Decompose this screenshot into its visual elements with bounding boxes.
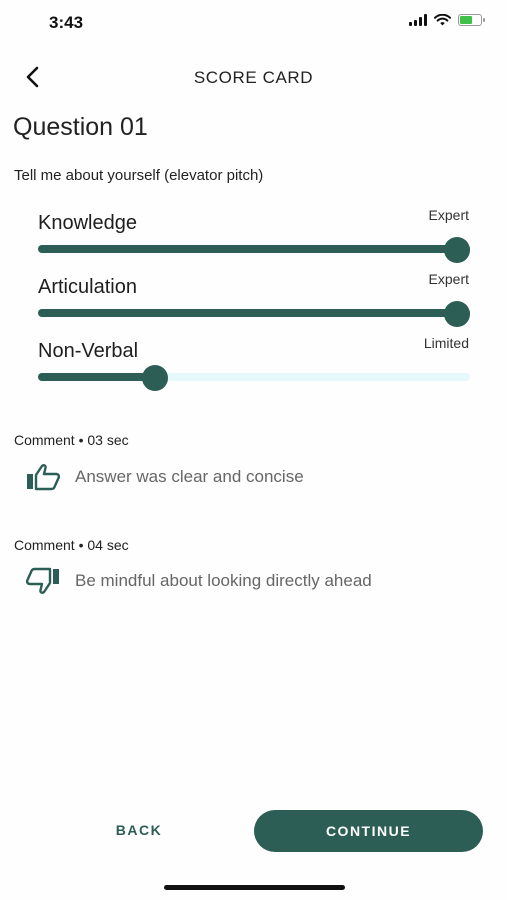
metric-knowledge: Knowledge Expert: [38, 207, 470, 274]
metric-non-verbal: Non-Verbal Limited: [38, 335, 470, 402]
metric-name: Non-Verbal: [38, 340, 139, 362]
header: SCORE CARD: [0, 56, 507, 100]
slider-fill: [38, 309, 470, 317]
thumbs-up-icon: [25, 462, 63, 492]
question-text: Tell me about yourself (elevator pitch): [14, 167, 264, 184]
score-slider[interactable]: [38, 301, 470, 327]
comment-label: Comment: [14, 537, 75, 553]
back-button[interactable]: BACK: [100, 812, 178, 848]
comment-meta: Comment • 03 sec: [14, 432, 129, 448]
home-indicator: [164, 885, 345, 890]
wifi-icon: [434, 14, 451, 26]
comment-time: 04 sec: [87, 537, 129, 553]
slider-fill: [38, 373, 155, 381]
status-bar: 3:43: [0, 0, 507, 44]
metric-level: Expert: [428, 271, 469, 287]
metric-articulation: Articulation Expert: [38, 271, 470, 338]
comment-time: 03 sec: [87, 432, 129, 448]
comment-row: Answer was clear and concise: [25, 462, 304, 492]
metric-level: Expert: [428, 207, 469, 223]
thumbs-down-icon: [25, 566, 63, 596]
status-icons: [409, 14, 485, 26]
slider-thumb[interactable]: [141, 365, 168, 391]
metric-level: Limited: [423, 335, 469, 351]
comment-label: Comment: [14, 432, 75, 448]
status-time: 3:43: [49, 13, 84, 32]
metric-name: Knowledge: [38, 212, 137, 234]
comment-row: Be mindful about looking directly ahead: [25, 566, 372, 596]
slider-thumb[interactable]: [444, 301, 470, 327]
metric-name: Articulation: [38, 276, 137, 298]
comment-meta: Comment • 04 sec: [14, 537, 129, 553]
score-slider[interactable]: [38, 365, 470, 391]
battery-icon: [458, 14, 485, 26]
score-slider[interactable]: [38, 237, 470, 263]
continue-button[interactable]: CONTINUE: [254, 810, 483, 852]
signal-icon: [409, 14, 427, 26]
slider-fill: [38, 245, 470, 253]
comment-text: Answer was clear and concise: [75, 467, 304, 486]
comment-text: Be mindful about looking directly ahead: [75, 571, 372, 590]
slider-thumb[interactable]: [444, 237, 470, 263]
question-title: Question 01: [13, 113, 148, 141]
page-title: SCORE CARD: [193, 68, 314, 87]
